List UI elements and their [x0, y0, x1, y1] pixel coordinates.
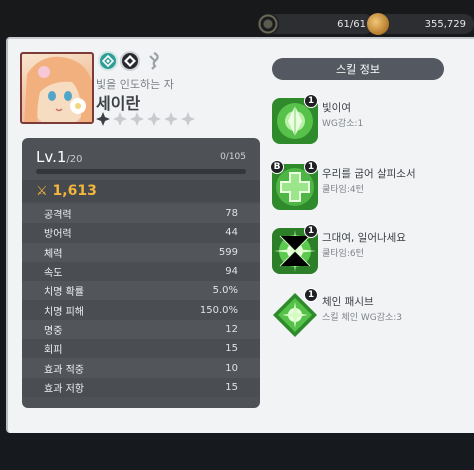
combat-power-value: 1,613	[52, 183, 97, 199]
stat-label: 공격력	[44, 210, 72, 222]
crossed-swords-icon: ⚔	[36, 184, 48, 199]
stat-value: 78	[225, 208, 238, 220]
level-value: Lv.1	[36, 148, 67, 166]
skill-name: 체인 패시브	[322, 296, 374, 308]
stat-value: 5.0%	[212, 285, 238, 297]
skill-desc: WG감소:1	[322, 119, 364, 129]
stat-row-crit-damage: 치명 피해 150.0%	[22, 300, 260, 320]
stat-row-defense: 방어력 44	[22, 223, 260, 243]
stat-label: 치명 확률	[44, 287, 84, 299]
stat-label: 체력	[44, 248, 63, 260]
gold-value: 355,729	[424, 18, 466, 30]
stat-label: 효과 적중	[44, 364, 84, 376]
stat-row-speed: 속도 94	[22, 261, 260, 282]
stat-panel: Lv.1/20 0/105 ⚔ 1,613 공격력 78 방어력 44 체력 599 …	[22, 138, 260, 408]
stat-value: 44	[225, 227, 238, 239]
stat-value: 599	[218, 246, 238, 258]
stat-value: 12	[225, 323, 238, 335]
stat-row-effect-resist: 효과 저항 15	[22, 377, 260, 397]
stat-label: 효과 저항	[44, 383, 84, 395]
star-empty-icon	[130, 112, 144, 126]
stamina-icon	[257, 13, 279, 35]
skill-name: 우리를 굽어 살피소서	[322, 168, 416, 180]
star-empty-icon	[147, 112, 161, 126]
stat-label: 속도	[44, 268, 63, 280]
role-badge[interactable]	[144, 51, 164, 71]
exp-bar	[36, 169, 246, 174]
stat-label: 방어력	[44, 229, 72, 241]
star-empty-icon	[113, 112, 127, 126]
stat-row-effect-hit: 효과 적중 10	[22, 358, 260, 378]
star-filled-icon	[96, 112, 110, 126]
skill-burst-badge: B	[270, 160, 284, 174]
stat-label: 치명 피해	[44, 306, 84, 318]
class-badge[interactable]	[120, 51, 140, 71]
stat-value: 15	[225, 381, 238, 393]
star-empty-icon	[164, 112, 178, 126]
level-display: Lv.1/20	[36, 148, 82, 166]
stat-list: 공격력 78 방어력 44 체력 599 속도 94 치명 확률 5.0% 치명 피해 15…	[22, 204, 260, 397]
skill-item[interactable]: 1 그대여, 일어나세요 쿨타임:6턴	[272, 224, 452, 278]
skill-item[interactable]: B 1 우리를 굽어 살피소서 쿨타임:4턴	[270, 160, 452, 214]
hero-portrait	[20, 52, 94, 124]
skill-item[interactable]: 1 체인 패시브 스킬 체인 WG감소:3	[272, 288, 452, 342]
gold-coin-icon	[367, 13, 389, 35]
skill-desc: 스킬 체인 WG감소:3	[322, 313, 403, 323]
stat-label: 회피	[44, 345, 63, 357]
skill-level-badge: 1	[304, 288, 318, 302]
combat-power: ⚔ 1,613	[36, 183, 97, 199]
stat-label: 명중	[44, 325, 63, 337]
stat-value: 10	[225, 362, 238, 374]
stat-value: 15	[225, 343, 238, 355]
stat-row-attack: 공격력 78	[22, 204, 260, 224]
level-max: /20	[66, 154, 83, 165]
stat-value: 94	[225, 266, 238, 278]
element-badge[interactable]	[98, 51, 118, 71]
skill-level-badge: 1	[304, 224, 318, 238]
skill-desc: 쿨타임:6턴	[322, 249, 364, 259]
skill-level-badge: 1	[304, 160, 318, 174]
stat-row-evasion: 회피 15	[22, 339, 260, 359]
top-resource-bar: 61/61 355,729	[0, 0, 474, 38]
star-empty-icon	[181, 112, 195, 126]
stat-value: 150.0%	[199, 304, 238, 316]
skill-item[interactable]: 1 빛이여 WG감소:1	[272, 94, 452, 148]
stat-row-crit-rate: 치명 확률 5.0%	[22, 281, 260, 301]
stat-row-accuracy: 명중 12	[22, 319, 260, 340]
skill-name: 그대여, 일어나세요	[322, 232, 406, 244]
stamina-value: 61/61	[337, 18, 366, 30]
combat-power-row: ⚔ 1,613	[22, 180, 260, 202]
skill-level-badge: 1	[304, 94, 318, 108]
star-rating	[96, 112, 195, 126]
stat-row-hp: 체력 599	[22, 242, 260, 262]
skill-name: 빛이여	[322, 102, 351, 114]
exp-value: 0/105	[220, 152, 246, 162]
skill-desc: 쿨타임:4턴	[322, 185, 364, 195]
hero-name: 세이란	[96, 94, 141, 113]
skill-info-header: 스킬 정보	[272, 58, 444, 80]
